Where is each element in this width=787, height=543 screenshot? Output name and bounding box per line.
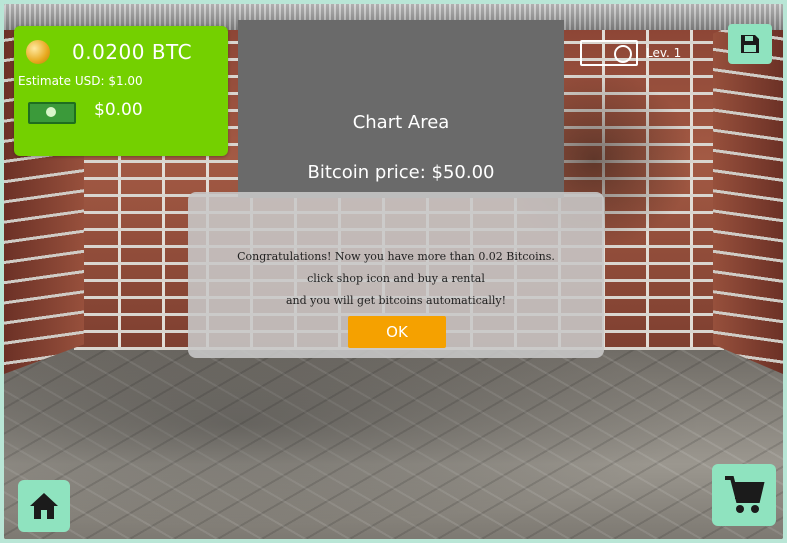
stat-indicator[interactable]: Lev. 1 [580,36,706,70]
chart-area: Chart Area Bitcoin price: $50.00 [238,20,564,198]
dialog-line-2: click shop icon and buy a rental [307,272,485,285]
congratulations-dialog: Congratulations! Now you have more than … [188,192,604,358]
chart-title: Chart Area [352,112,450,133]
usd-estimate: Estimate USD: $1.00 [18,74,143,88]
floor [4,344,783,539]
dialog-line-1: Congratulations! Now you have more than … [237,250,555,263]
dialog-line-3: and you will get bitcoins automatically! [285,294,507,307]
cart-button[interactable] [712,464,776,526]
projector-icon [580,40,638,66]
wallet-panel: 0.0200 BTC Estimate USD: $1.00 $0.00 [14,26,228,156]
cash-icon [28,102,76,124]
stat-text: Lev. 1 [646,46,682,60]
save-button[interactable] [728,24,772,64]
home-button[interactable] [18,480,70,532]
home-icon [30,493,58,519]
ok-button[interactable]: OK [348,316,446,348]
cart-icon [725,476,765,513]
bitcoin-price: Bitcoin price: $50.00 [307,162,495,183]
cash-balance: $0.00 [94,100,143,120]
save-icon [741,35,759,53]
btc-balance: 0.0200 BTC [72,40,193,64]
coin-icon [26,40,50,64]
